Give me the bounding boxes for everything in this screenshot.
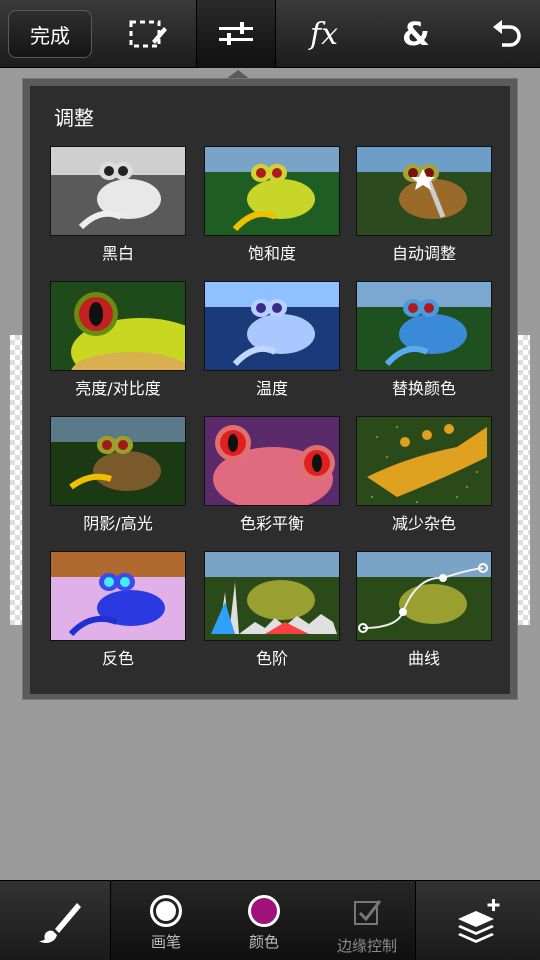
brush-tool-button[interactable] <box>20 881 100 960</box>
adjust-color-balance[interactable]: 色彩平衡 <box>204 416 340 536</box>
adjust-shadows-highlights[interactable]: 阴影/高光 <box>50 416 186 536</box>
black-white-thumbnail <box>50 146 186 236</box>
layers-add-icon <box>456 897 504 949</box>
tile-label: 阴影/高光 <box>83 514 153 533</box>
panel-title: 调整 <box>54 106 94 130</box>
tile-label: 色彩平衡 <box>239 514 304 533</box>
undo-button[interactable] <box>466 0 540 68</box>
tile-label: 饱和度 <box>247 244 296 263</box>
brush-options-group: 画笔 颜色 边缘控制 <box>110 881 416 960</box>
edge-control-button[interactable]: 边缘控制 <box>317 881 417 960</box>
brush-size-icon <box>150 895 182 927</box>
effects-tool-button[interactable]: fx <box>284 0 364 68</box>
overlay-tool-button[interactable]: & <box>376 0 456 68</box>
adjust-curves[interactable]: 曲线 <box>356 551 492 671</box>
adjust-sliders-icon <box>216 17 256 51</box>
edge-control-label: 边缘控制 <box>336 937 397 955</box>
tile-label: 黑白 <box>101 244 134 263</box>
tile-label: 亮度/对比度 <box>75 379 161 398</box>
brush-size-button[interactable]: 画笔 <box>121 881 211 960</box>
checkbox-icon <box>352 897 382 931</box>
ampersand-icon: & <box>402 15 430 53</box>
fx-icon: fx <box>309 16 339 52</box>
paintbrush-icon <box>37 899 83 949</box>
levels-thumbnail <box>204 551 340 641</box>
adjust-temperature[interactable]: 温度 <box>204 281 340 401</box>
adjust-saturation[interactable]: 饱和度 <box>204 146 340 266</box>
tile-label: 温度 <box>255 379 288 398</box>
undo-icon <box>488 17 524 51</box>
adjust-invert[interactable]: 反色 <box>50 551 186 671</box>
adjust-reduce-noise[interactable]: 减少杂色 <box>356 416 492 536</box>
adjust-tool-button[interactable] <box>196 0 276 68</box>
brush-label: 画笔 <box>150 933 181 951</box>
invert-thumbnail <box>50 551 186 641</box>
auto-adjust-thumbnail <box>356 146 492 236</box>
tile-label: 替换颜色 <box>391 379 456 398</box>
adjustment-panel: 调整 黑白 饱和度 自动调整 亮度/对比度 温度 替换颜色 阴影/高光 色彩平衡… <box>30 86 510 694</box>
adjust-levels[interactable]: 色阶 <box>204 551 340 671</box>
tile-label: 自动调整 <box>391 244 456 263</box>
shadows-highlights-thumbnail <box>50 416 186 506</box>
layers-button[interactable] <box>440 881 520 960</box>
tile-label: 色阶 <box>255 649 288 668</box>
temperature-thumbnail <box>204 281 340 371</box>
tile-label: 曲线 <box>407 649 440 668</box>
color-balance-thumbnail <box>204 416 340 506</box>
color-button[interactable]: 颜色 <box>219 881 309 960</box>
tile-label: 反色 <box>101 649 134 668</box>
curves-thumbnail <box>356 551 492 641</box>
color-label: 颜色 <box>248 933 279 951</box>
adjust-black-white[interactable]: 黑白 <box>50 146 186 266</box>
saturation-thumbnail <box>204 146 340 236</box>
selection-icon <box>128 17 168 51</box>
replace-color-thumbnail <box>356 281 492 371</box>
brightness-contrast-thumbnail <box>50 281 186 371</box>
top-toolbar: 完成 fx & <box>0 0 540 68</box>
adjust-auto[interactable]: 自动调整 <box>356 146 492 266</box>
selection-tool-button[interactable] <box>108 0 188 68</box>
adjust-brightness-contrast[interactable]: 亮度/对比度 <box>50 281 186 401</box>
reduce-noise-thumbnail <box>356 416 492 506</box>
tile-label: 减少杂色 <box>391 514 456 533</box>
bottom-toolbar: 画笔 颜色 边缘控制 <box>0 880 540 960</box>
done-button[interactable]: 完成 <box>8 10 92 58</box>
adjust-replace-color[interactable]: 替换颜色 <box>356 281 492 401</box>
color-swatch-icon <box>248 895 280 927</box>
